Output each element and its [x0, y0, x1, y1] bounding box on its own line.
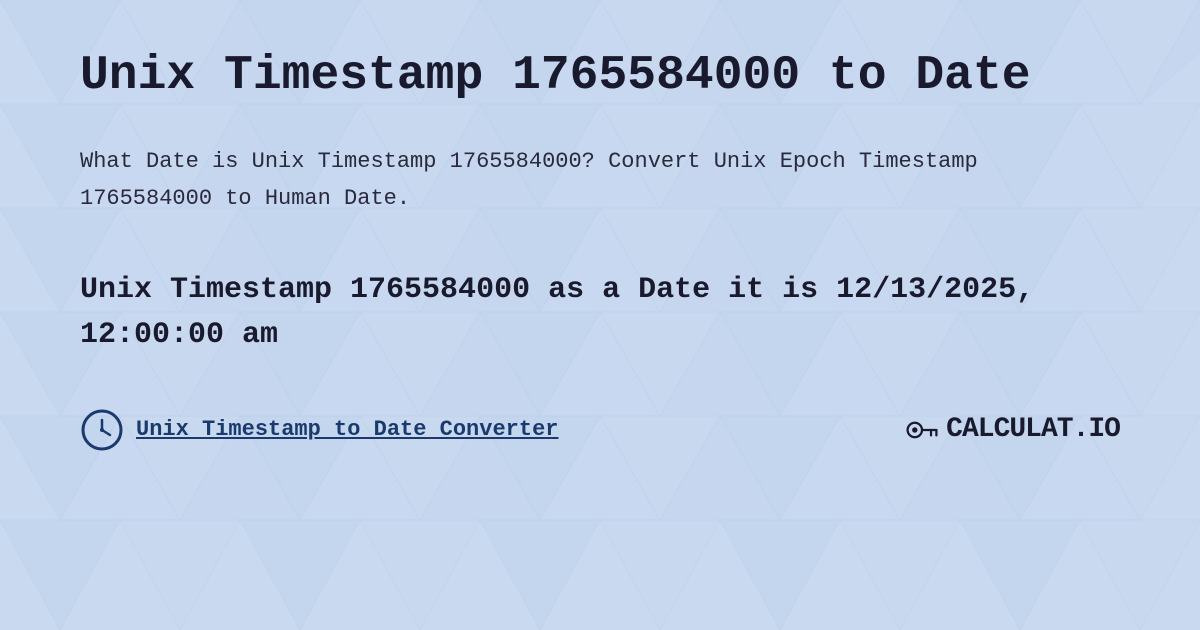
logo-area: CALCULAT.IO — [904, 412, 1120, 448]
footer: Unix Timestamp to Date Converter CALCULA… — [80, 408, 1120, 452]
footer-link[interactable]: Unix Timestamp to Date Converter — [136, 417, 558, 442]
logo-text: CALCULAT.IO — [946, 414, 1120, 445]
footer-left[interactable]: Unix Timestamp to Date Converter — [80, 408, 558, 452]
page-description: What Date is Unix Timestamp 1765584000? … — [80, 143, 1120, 218]
clock-icon — [80, 408, 124, 452]
result-section: Unix Timestamp 1765584000 as a Date it i… — [80, 268, 1120, 358]
result-text: Unix Timestamp 1765584000 as a Date it i… — [80, 268, 1120, 358]
page-title: Unix Timestamp 1765584000 to Date — [80, 50, 1120, 103]
logo-icon — [904, 412, 940, 448]
